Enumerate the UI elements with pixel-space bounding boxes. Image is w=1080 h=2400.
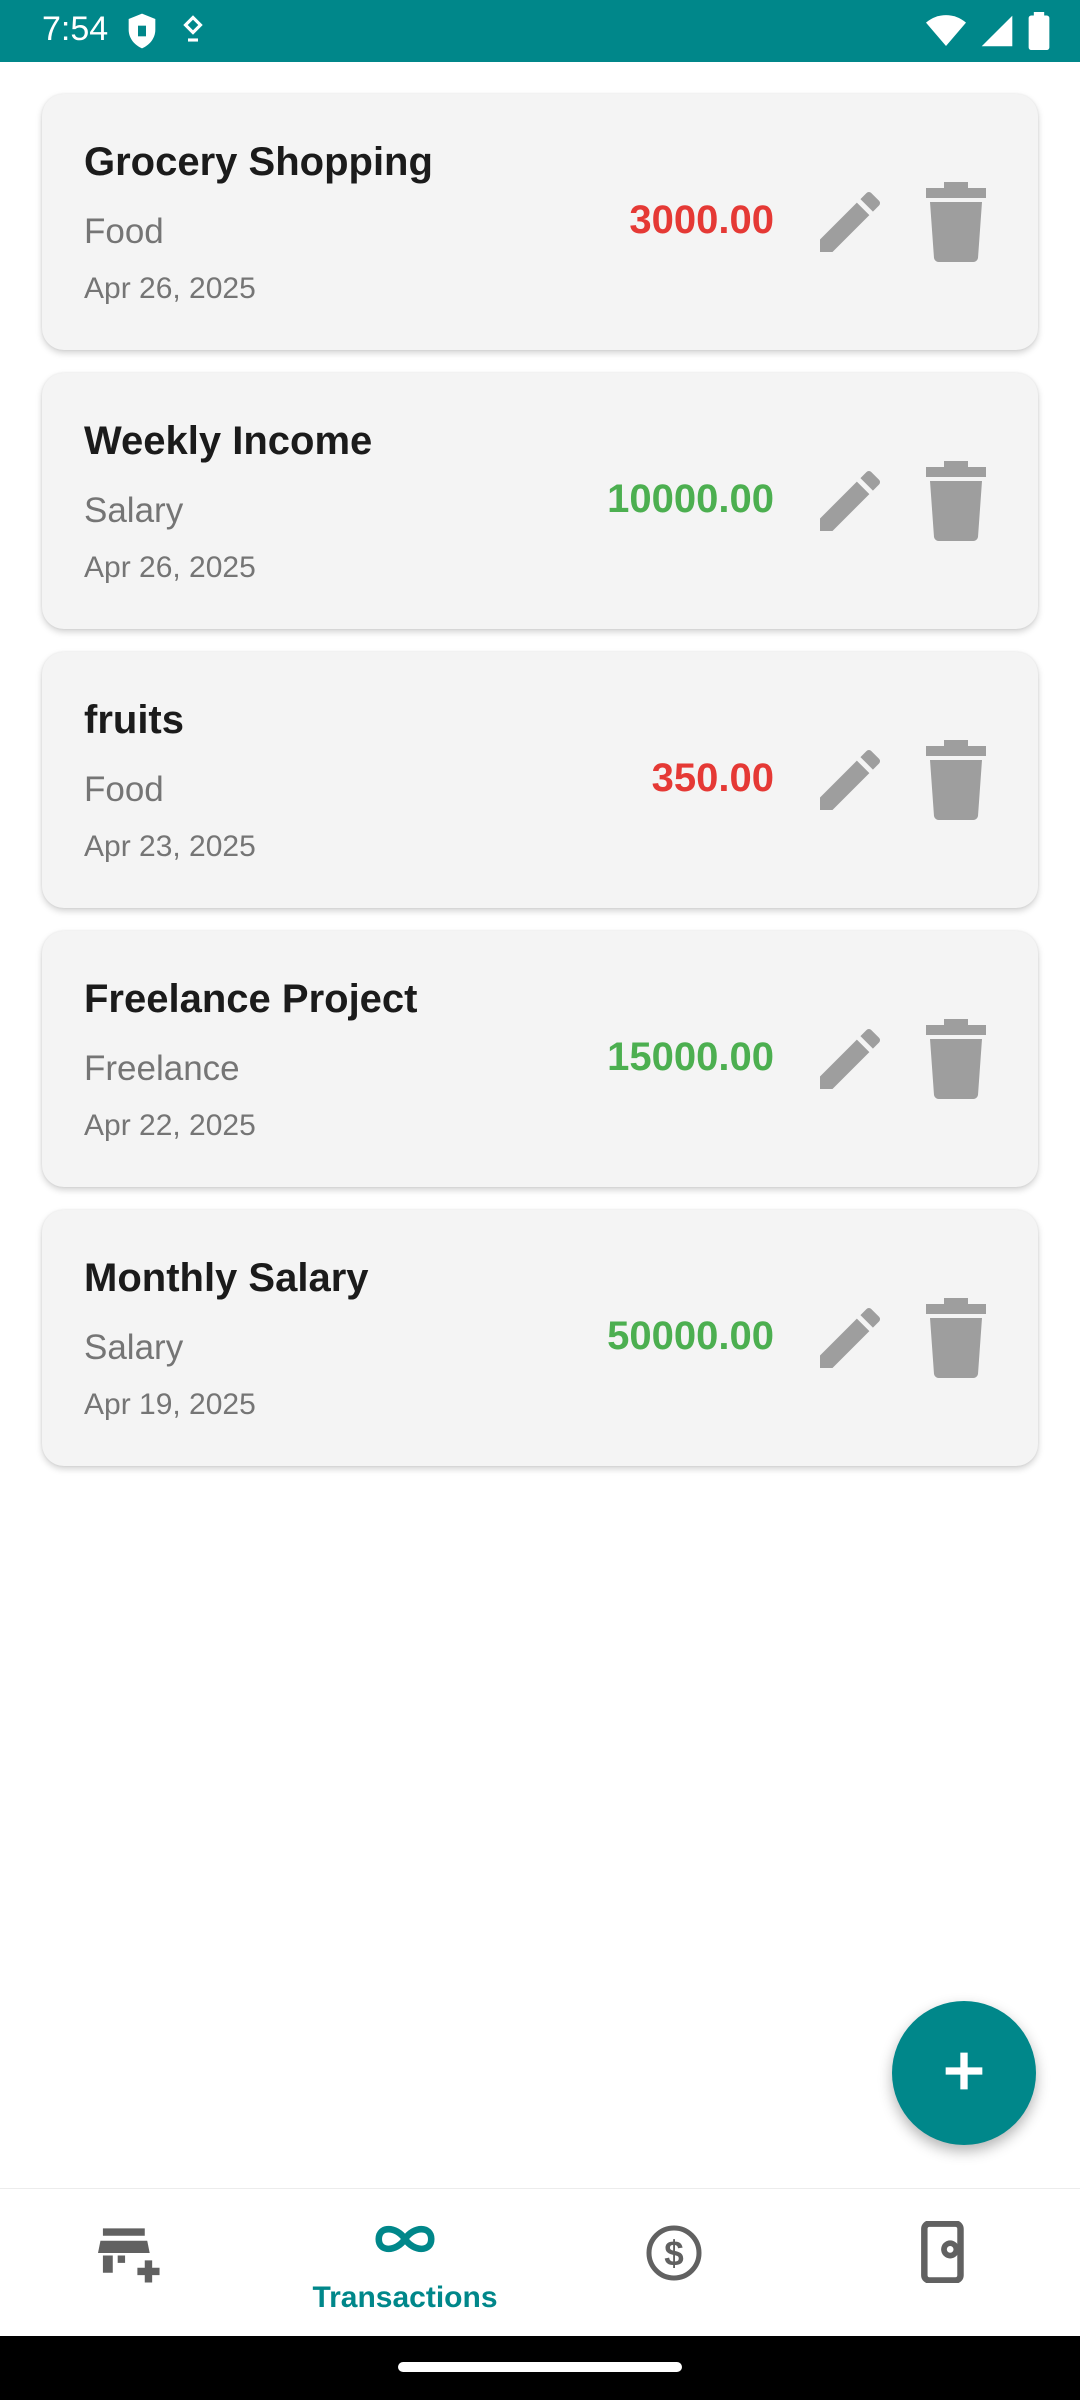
transaction-date: Apr 22, 2025 xyxy=(84,1109,256,1142)
transaction-amount: 3000.00 xyxy=(629,198,774,242)
signal-icon xyxy=(980,14,1014,53)
add-transaction-button[interactable] xyxy=(892,2001,1036,2145)
pencil-icon xyxy=(810,749,890,824)
trash-icon xyxy=(924,461,988,545)
transaction-amount: 10000.00 xyxy=(607,477,774,521)
transaction-date: Apr 26, 2025 xyxy=(84,272,256,305)
transaction-category: Food xyxy=(84,212,164,251)
transaction-card[interactable]: Grocery Shopping Food Apr 26, 2025 3000.… xyxy=(42,94,1038,350)
transaction-title: Grocery Shopping xyxy=(84,140,433,184)
transaction-amount: 15000.00 xyxy=(607,1035,774,1079)
dollar-circle-icon: $ xyxy=(644,2223,704,2288)
nav-label-transactions: Transactions xyxy=(312,2281,498,2314)
transaction-title: fruits xyxy=(84,698,184,742)
transaction-category: Freelance xyxy=(84,1049,240,1088)
edit-button[interactable] xyxy=(810,461,890,541)
infinity-icon xyxy=(370,2217,440,2266)
delete-button[interactable] xyxy=(924,740,988,821)
wifi-icon xyxy=(926,14,966,53)
transaction-card[interactable]: fruits Food Apr 23, 2025 350.00 xyxy=(42,652,1038,908)
trash-icon xyxy=(924,182,988,266)
transaction-title: Freelance Project xyxy=(84,977,418,1021)
edit-button[interactable] xyxy=(810,1298,890,1378)
shield-icon xyxy=(126,12,158,55)
transaction-card[interactable]: Freelance Project Freelance Apr 22, 2025… xyxy=(42,931,1038,1187)
delete-button[interactable] xyxy=(924,461,988,542)
transaction-card[interactable]: Monthly Salary Salary Apr 19, 2025 50000… xyxy=(42,1210,1038,1466)
nav-item-settings[interactable] xyxy=(810,2189,1080,2337)
plus-icon xyxy=(942,2049,986,2098)
delete-button[interactable] xyxy=(924,1019,988,1100)
transaction-title: Weekly Income xyxy=(84,419,373,463)
transaction-category: Salary xyxy=(84,1328,184,1367)
home-gesture-handle[interactable] xyxy=(398,2362,682,2372)
nav-item-transactions[interactable]: Transactions xyxy=(270,2189,540,2337)
transaction-list: Grocery Shopping Food Apr 26, 2025 3000.… xyxy=(42,94,1038,1489)
delete-button[interactable] xyxy=(924,1298,988,1379)
transaction-card[interactable]: Weekly Income Salary Apr 26, 2025 10000.… xyxy=(42,373,1038,629)
pencil-icon xyxy=(810,191,890,266)
edit-button[interactable] xyxy=(810,1019,890,1099)
pencil-icon xyxy=(810,470,890,545)
phone-settings-icon xyxy=(920,2220,970,2288)
location-icon xyxy=(178,12,208,55)
status-bar: 7:54 xyxy=(0,0,1080,62)
transaction-date: Apr 23, 2025 xyxy=(84,830,256,863)
status-time: 7:54 xyxy=(42,10,109,48)
svg-text:$: $ xyxy=(664,2235,683,2274)
trash-icon xyxy=(924,1298,988,1382)
transaction-title: Monthly Salary xyxy=(84,1256,369,1300)
delete-button[interactable] xyxy=(924,182,988,263)
transaction-date: Apr 26, 2025 xyxy=(84,551,256,584)
nav-item-budget[interactable]: $ xyxy=(540,2189,810,2337)
pencil-icon xyxy=(810,1028,890,1103)
trash-icon xyxy=(924,740,988,824)
transaction-date: Apr 19, 2025 xyxy=(84,1388,256,1421)
transaction-category: Salary xyxy=(84,491,184,530)
nav-item-store[interactable] xyxy=(0,2189,270,2337)
bottom-navigation: Transactions $ xyxy=(0,2188,1080,2337)
edit-button[interactable] xyxy=(810,182,890,262)
transaction-amount: 50000.00 xyxy=(607,1314,774,1358)
store-add-icon xyxy=(98,2223,162,2288)
battery-icon xyxy=(1028,12,1050,55)
system-navigation-bar xyxy=(0,2336,1080,2400)
trash-icon xyxy=(924,1019,988,1103)
pencil-icon xyxy=(810,1307,890,1382)
edit-button[interactable] xyxy=(810,740,890,820)
transaction-amount: 350.00 xyxy=(651,756,774,800)
transaction-category: Food xyxy=(84,770,164,809)
